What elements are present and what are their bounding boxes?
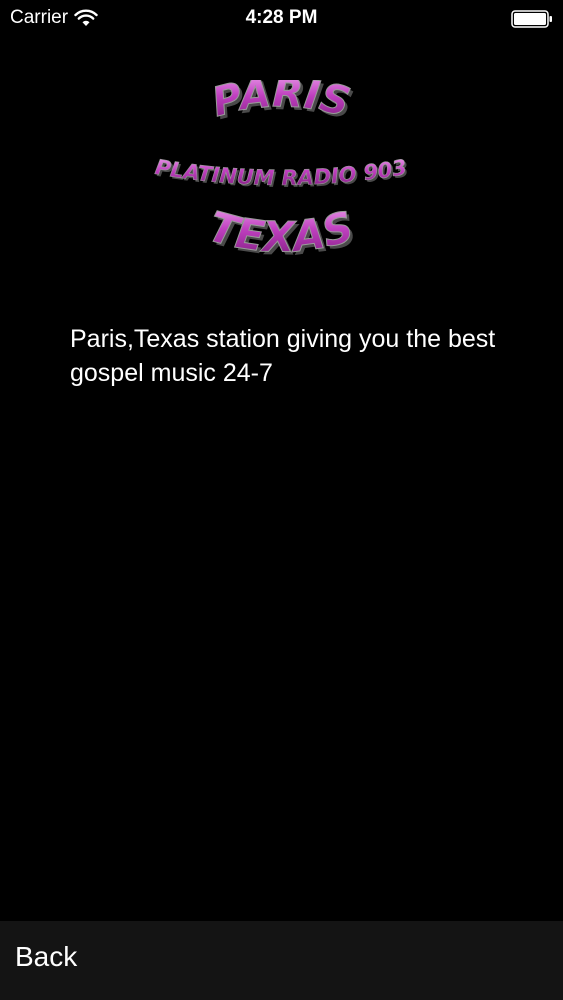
station-logo: PARIS PARIS PLATINUM RADIO 903 PLATINUM … [153,80,410,265]
logo-line-paris: PARIS PARIS [207,80,357,129]
bottom-toolbar: Back [0,921,563,1000]
status-time: 4:28 PM [245,7,318,28]
logo-line-platinum-radio: PLATINUM RADIO 903 PLATINUM RADIO 903 [153,155,410,192]
back-button[interactable]: Back [15,941,77,973]
svg-text:TEXAS: TEXAS [203,202,358,262]
status-bar: Carrier 4:28 PM [0,0,563,40]
battery-full-icon [511,10,552,28]
logo-line-texas: TEXAS TEXAS [203,201,362,265]
station-description: Paris,Texas station giving you the best … [70,325,496,387]
